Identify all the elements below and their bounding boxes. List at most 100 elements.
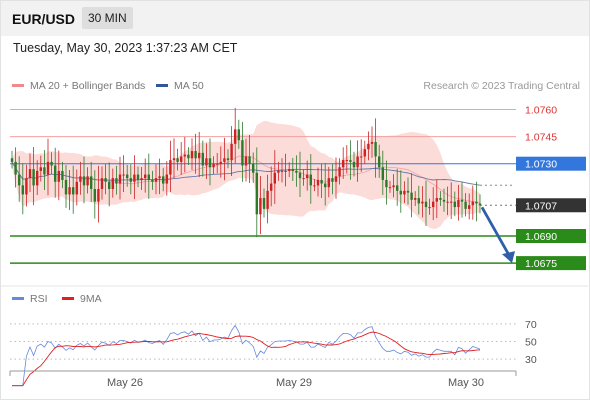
candle-body <box>262 198 266 209</box>
level-label-0: 1.0760 <box>525 104 557 116</box>
candle-body <box>410 192 413 200</box>
candle-body <box>187 154 190 159</box>
rsi-tick-label-1: 50 <box>525 337 537 349</box>
candle-body <box>205 158 208 166</box>
candle-body <box>417 198 420 204</box>
candle-body <box>10 158 14 162</box>
candle-body <box>388 187 392 189</box>
candle-body <box>370 142 374 144</box>
candle-body <box>72 187 75 195</box>
candle-body <box>421 201 424 204</box>
candle-body <box>90 176 93 189</box>
candle-body <box>255 172 258 215</box>
candle-body <box>428 207 431 209</box>
forecast-arrow-shaft <box>480 206 511 256</box>
candle-body <box>212 163 215 168</box>
candle-body <box>352 161 356 168</box>
candle-body <box>234 129 237 144</box>
candle-body <box>36 170 39 186</box>
candle-body <box>118 174 122 184</box>
candle-body <box>424 201 428 208</box>
candle-body <box>284 170 287 172</box>
candle-body <box>57 170 60 182</box>
candle-body <box>266 190 269 209</box>
candle-body <box>295 170 298 173</box>
candle-body <box>169 160 172 175</box>
candle-body <box>183 154 186 157</box>
candle-body <box>385 179 388 188</box>
candle-body <box>194 151 197 159</box>
candle-body <box>302 178 305 180</box>
candle-body <box>338 167 341 177</box>
candle-body <box>345 160 348 162</box>
candle-body <box>39 167 42 171</box>
candle-body <box>75 181 78 195</box>
candle-body <box>158 176 161 179</box>
candle-body <box>446 201 449 203</box>
candle-body <box>442 199 446 202</box>
candle-body <box>457 199 460 208</box>
candle-body <box>450 201 453 203</box>
candle-body <box>14 161 17 175</box>
candle-body <box>50 161 53 166</box>
candle-body <box>270 183 273 191</box>
forecast-arrow-head <box>502 251 515 264</box>
candle-body <box>367 143 370 150</box>
candle-body <box>464 201 467 209</box>
time-tick-label-2: May 30 <box>448 377 484 389</box>
candle-body <box>432 201 435 208</box>
candle-body <box>154 178 158 182</box>
candle-body <box>223 158 226 162</box>
candle-body <box>79 176 82 182</box>
level-label-5: 1.0675 <box>525 258 557 270</box>
time-tick-label-0: May 26 <box>107 377 143 389</box>
candle-body <box>129 178 132 182</box>
candle-body <box>342 160 345 168</box>
candle-body <box>162 176 165 184</box>
candle-body <box>298 172 302 179</box>
candle-body <box>331 178 334 182</box>
candle-body <box>237 129 240 141</box>
candle-body <box>320 179 323 184</box>
candle-body <box>453 201 456 208</box>
candle-body <box>291 169 294 171</box>
candle-body <box>111 178 114 189</box>
candle-body <box>151 179 154 182</box>
candle-body <box>190 151 194 159</box>
candle-body <box>356 156 359 168</box>
price-chart: 1.0760 1.0745 1.0730 1.0707 1.0690 1.0675 70 50… <box>0 104 588 389</box>
candle-body <box>280 170 284 172</box>
candle-body <box>230 143 233 161</box>
rsi-tick-label-2: 30 <box>525 354 537 366</box>
candle-body <box>172 158 176 161</box>
candle-body <box>478 203 482 206</box>
candle-body <box>133 174 136 182</box>
candle-body <box>82 176 86 186</box>
candle-body <box>288 169 291 171</box>
candle-body <box>147 174 150 180</box>
candle-body <box>406 190 410 193</box>
candle-body <box>435 198 438 202</box>
candle-body <box>334 176 338 182</box>
candle-body <box>392 185 395 188</box>
candle-body <box>86 176 89 186</box>
candle-body <box>54 165 57 182</box>
candle-body <box>460 199 464 202</box>
candle-body <box>18 174 21 186</box>
candle-body <box>25 178 28 195</box>
candle-body <box>471 201 474 206</box>
candle-body <box>108 181 111 189</box>
candle-body <box>32 169 35 186</box>
candle-body <box>61 170 64 180</box>
candle-body <box>381 167 384 180</box>
candle-body <box>324 183 327 188</box>
candle-body <box>248 156 251 164</box>
time-tick-label-1: May 29 <box>276 377 312 389</box>
candle-body <box>475 201 478 204</box>
candle-body <box>122 174 125 176</box>
candle-body <box>165 174 168 184</box>
candle-body <box>349 160 352 162</box>
candle-body <box>403 190 406 195</box>
candle-body <box>259 198 262 215</box>
candle-body <box>306 174 309 179</box>
